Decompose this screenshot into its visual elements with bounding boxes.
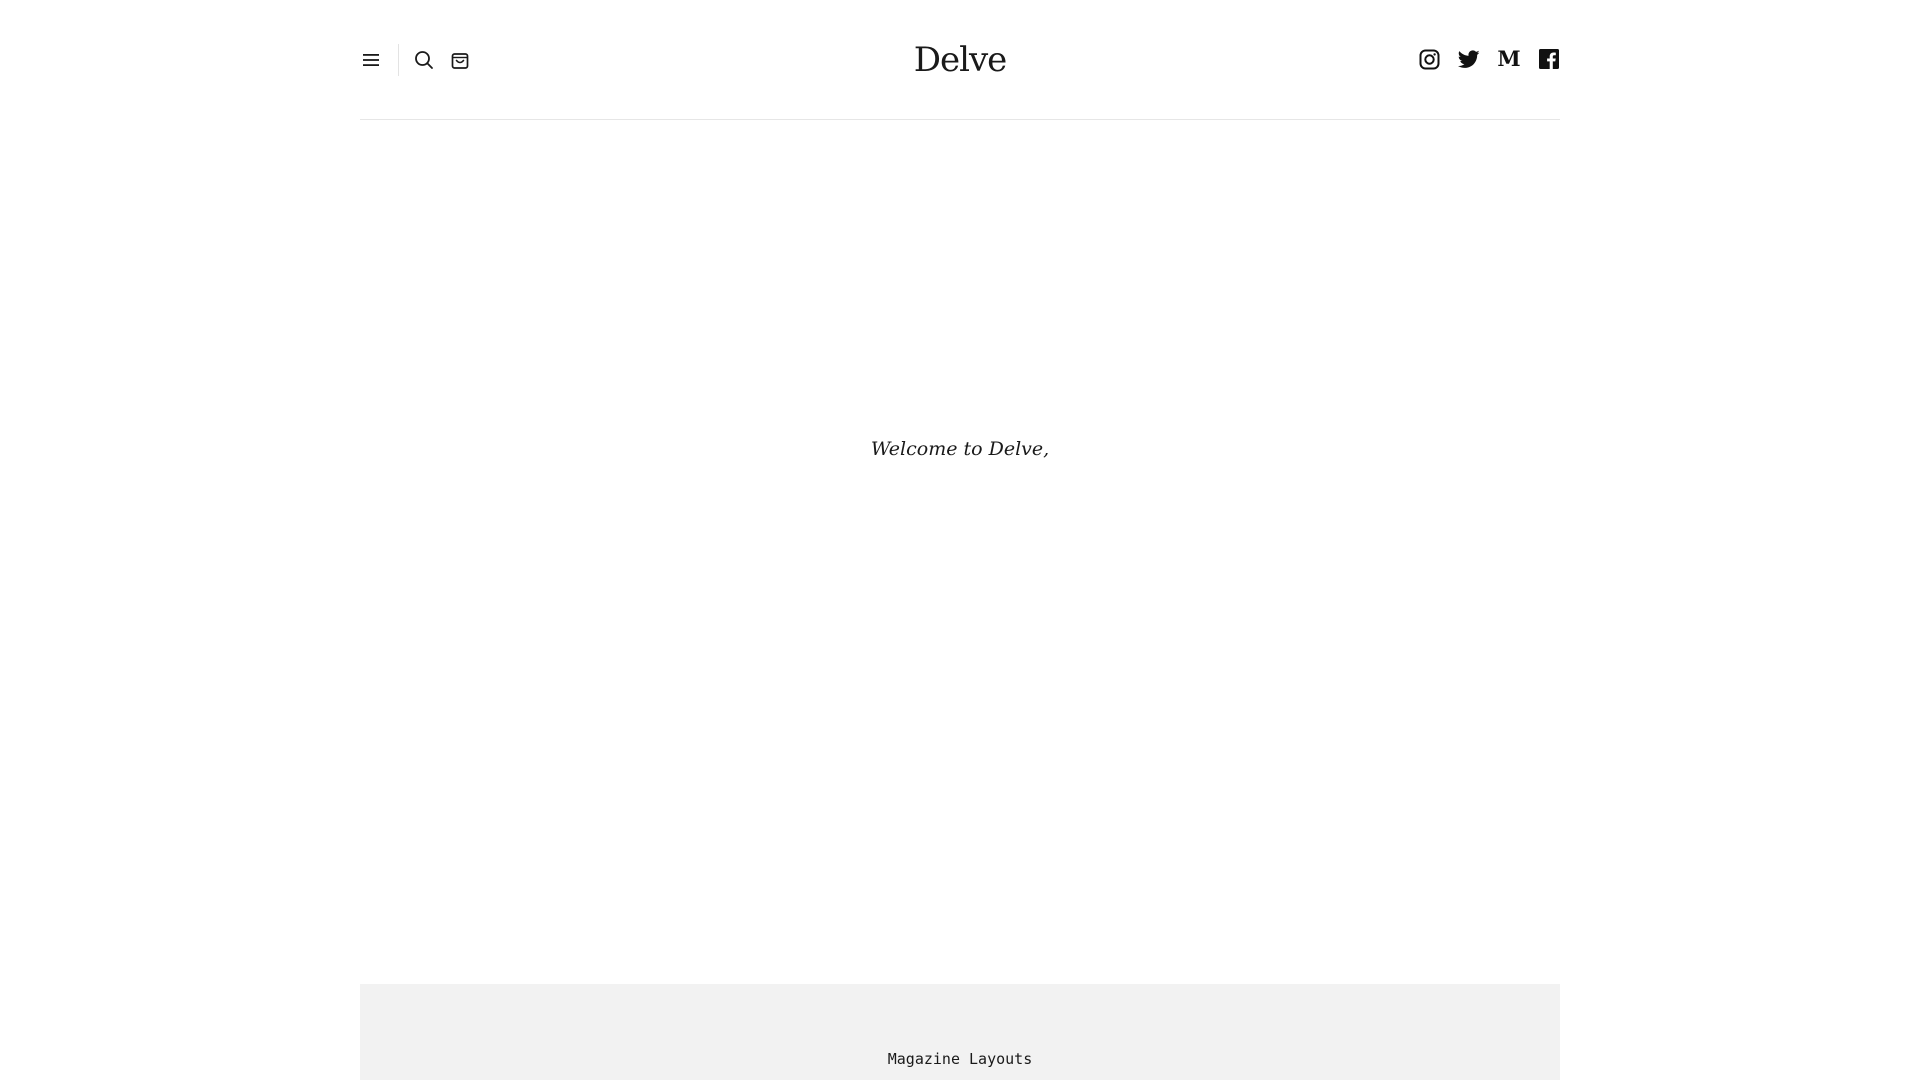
facebook-icon[interactable] — [1538, 48, 1560, 70]
magazine-layouts-band: Magazine Layouts — [360, 984, 1560, 1080]
hero-section: Welcome to Delve, — [360, 120, 1560, 984]
instagram-icon[interactable] — [1418, 48, 1440, 70]
magazine-layouts-label[interactable]: Magazine Layouts — [360, 1050, 1560, 1068]
medium-icon[interactable]: M — [1497, 48, 1520, 70]
social-links: M — [1400, 48, 1560, 70]
page: Delve M Welcome to Delve, Magazine Layou… — [0, 0, 1920, 1080]
logo-link[interactable]: Delve — [914, 40, 1008, 80]
welcome-heading: Welcome to Delve, — [870, 438, 1050, 460]
site-logo: Delve — [360, 36, 1560, 84]
site-header: Delve M — [360, 0, 1560, 120]
twitter-icon[interactable] — [1458, 48, 1480, 70]
